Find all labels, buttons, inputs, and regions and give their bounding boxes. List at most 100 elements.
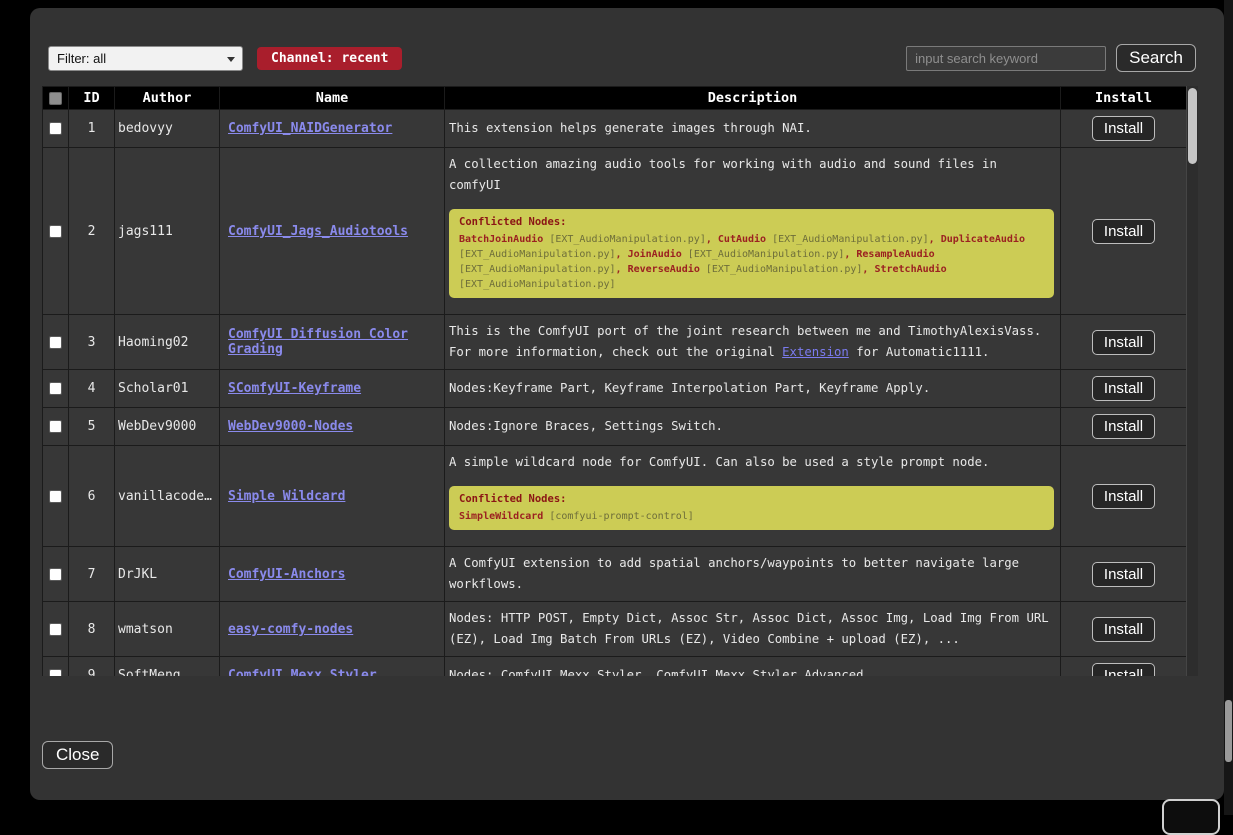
row-install-cell: Install	[1061, 370, 1187, 408]
header-description: Description	[445, 87, 1061, 110]
install-button[interactable]: Install	[1092, 663, 1155, 676]
extension-name-link[interactable]: easy-comfy-nodes	[228, 622, 353, 637]
row-install-cell: Install	[1061, 315, 1187, 370]
table-row: 7 DrJKL ComfyUI-Anchors A ComfyUI extens…	[43, 547, 1187, 602]
conflict-node-source: [comfyui-prompt-control]	[543, 511, 694, 522]
row-checkbox[interactable]	[49, 225, 62, 238]
row-checkbox[interactable]	[49, 669, 62, 676]
row-author: DrJKL	[115, 547, 220, 602]
header-id: ID	[69, 87, 115, 110]
header-select-all	[43, 87, 69, 110]
custom-nodes-manager-dialog: Filter: all Channel: recent Search ID Au…	[30, 8, 1224, 800]
select-all-checkbox[interactable]	[49, 92, 62, 105]
close-button[interactable]: Close	[42, 741, 113, 769]
row-id: 7	[69, 547, 115, 602]
row-description: Nodes: HTTP POST, Empty Dict, Assoc Str,…	[445, 602, 1061, 657]
install-button[interactable]: Install	[1092, 414, 1155, 439]
conflict-warning-box: Conflicted Nodes:SimpleWildcard [comfyui…	[449, 486, 1054, 530]
row-description: This extension helps generate images thr…	[445, 110, 1061, 148]
background-partial-panel	[1162, 799, 1220, 835]
conflict-node-source: [EXT_AudioManipulation.py]	[700, 264, 863, 275]
row-author: bedovyy	[115, 110, 220, 148]
row-name-cell: SComfyUI-Keyframe	[220, 370, 445, 408]
row-checkbox[interactable]	[49, 336, 62, 349]
table-row: 8 wmatson easy-comfy-nodes Nodes: HTTP P…	[43, 602, 1187, 657]
row-description: This is the ComfyUI port of the joint re…	[445, 315, 1061, 370]
conflict-node-source: [EXT_AudioManipulation.py]	[459, 264, 616, 275]
row-install-cell: Install	[1061, 110, 1187, 148]
row-author: Scholar01	[115, 370, 220, 408]
page-scrollbar-thumb[interactable]	[1225, 700, 1232, 762]
table-row: 2 jags111 ComfyUI_Jags_Audiotools A coll…	[43, 148, 1187, 315]
install-button[interactable]: Install	[1092, 376, 1155, 401]
row-author: vanillacode314	[115, 446, 220, 547]
extensions-table: ID Author Name Description Install 1 bed…	[42, 86, 1187, 676]
channel-badge: Channel: recent	[257, 47, 402, 70]
table-body: 1 bedovyy ComfyUI_NAIDGenerator This ext…	[43, 110, 1187, 677]
row-checkbox[interactable]	[49, 382, 62, 395]
conflict-node-source: [EXT_AudioManipulation.py]	[682, 249, 845, 260]
page-scrollbar[interactable]	[1224, 0, 1233, 815]
row-author: Haoming02	[115, 315, 220, 370]
install-button[interactable]: Install	[1092, 116, 1155, 141]
conflict-node-name: JoinAudio	[628, 249, 682, 260]
row-description: A ComfyUI extension to add spatial ancho…	[445, 547, 1061, 602]
conflict-node-name: ResampleAudio	[856, 249, 934, 260]
install-button[interactable]: Install	[1092, 219, 1155, 244]
extension-name-link[interactable]: Simple Wildcard	[228, 489, 345, 504]
row-check-cell	[43, 148, 69, 315]
extension-name-link[interactable]: ComfyUI_Mexx_Styler	[228, 668, 377, 676]
row-checkbox[interactable]	[49, 420, 62, 433]
conflict-node-name: ReverseAudio	[628, 264, 700, 275]
install-button[interactable]: Install	[1092, 330, 1155, 355]
row-checkbox[interactable]	[49, 490, 62, 503]
row-checkbox[interactable]	[49, 122, 62, 135]
row-name-cell: easy-comfy-nodes	[220, 602, 445, 657]
table-row: 9 SoftMeng ComfyUI_Mexx_Styler Nodes: Co…	[43, 657, 1187, 677]
row-name-cell: Simple Wildcard	[220, 446, 445, 547]
row-id: 8	[69, 602, 115, 657]
table-scrollbar[interactable]	[1186, 86, 1198, 676]
search-input[interactable]	[906, 46, 1106, 71]
row-id: 3	[69, 315, 115, 370]
install-button[interactable]: Install	[1092, 562, 1155, 587]
filter-select[interactable]: Filter: all	[48, 46, 243, 71]
install-button[interactable]: Install	[1092, 484, 1155, 509]
install-button[interactable]: Install	[1092, 617, 1155, 642]
extension-name-link[interactable]: ComfyUI Diffusion Color Grading	[228, 327, 408, 357]
row-author: jags111	[115, 148, 220, 315]
toolbar: Filter: all Channel: recent Search	[42, 44, 1198, 72]
table-scrollbar-thumb[interactable]	[1188, 88, 1197, 164]
extension-name-link[interactable]: ComfyUI-Anchors	[228, 567, 345, 582]
row-name-cell: ComfyUI_NAIDGenerator	[220, 110, 445, 148]
extension-name-link[interactable]: WebDev9000-Nodes	[228, 419, 353, 434]
row-id: 5	[69, 408, 115, 446]
table-header-row: ID Author Name Description Install	[43, 87, 1187, 110]
row-name-cell: ComfyUI Diffusion Color Grading	[220, 315, 445, 370]
row-install-cell: Install	[1061, 602, 1187, 657]
row-install-cell: Install	[1061, 148, 1187, 315]
row-checkbox[interactable]	[49, 623, 62, 636]
extensions-table-wrap: ID Author Name Description Install 1 bed…	[42, 86, 1198, 676]
search-button[interactable]: Search	[1116, 44, 1196, 72]
table-row: 5 WebDev9000 WebDev9000-Nodes Nodes:Igno…	[43, 408, 1187, 446]
row-install-cell: Install	[1061, 547, 1187, 602]
row-check-cell	[43, 547, 69, 602]
row-install-cell: Install	[1061, 446, 1187, 547]
row-description: Nodes:Ignore Braces, Settings Switch.	[445, 408, 1061, 446]
conflict-node-name: DuplicateAudio	[941, 234, 1025, 245]
row-id: 6	[69, 446, 115, 547]
extension-name-link[interactable]: ComfyUI_Jags_Audiotools	[228, 224, 408, 239]
row-name-cell: ComfyUI_Jags_Audiotools	[220, 148, 445, 315]
row-check-cell	[43, 602, 69, 657]
conflict-node-source: [EXT_AudioManipulation.py]	[459, 279, 616, 290]
extension-name-link[interactable]: SComfyUI-Keyframe	[228, 381, 361, 396]
row-checkbox[interactable]	[49, 568, 62, 581]
row-install-cell: Install	[1061, 408, 1187, 446]
description-link[interactable]: Extension	[782, 345, 849, 359]
header-author: Author	[115, 87, 220, 110]
extension-name-link[interactable]: ComfyUI_NAIDGenerator	[228, 121, 392, 136]
filter-select-wrap: Filter: all	[48, 46, 243, 71]
row-check-cell	[43, 408, 69, 446]
conflict-node-source: [EXT_AudioManipulation.py]	[459, 249, 616, 260]
